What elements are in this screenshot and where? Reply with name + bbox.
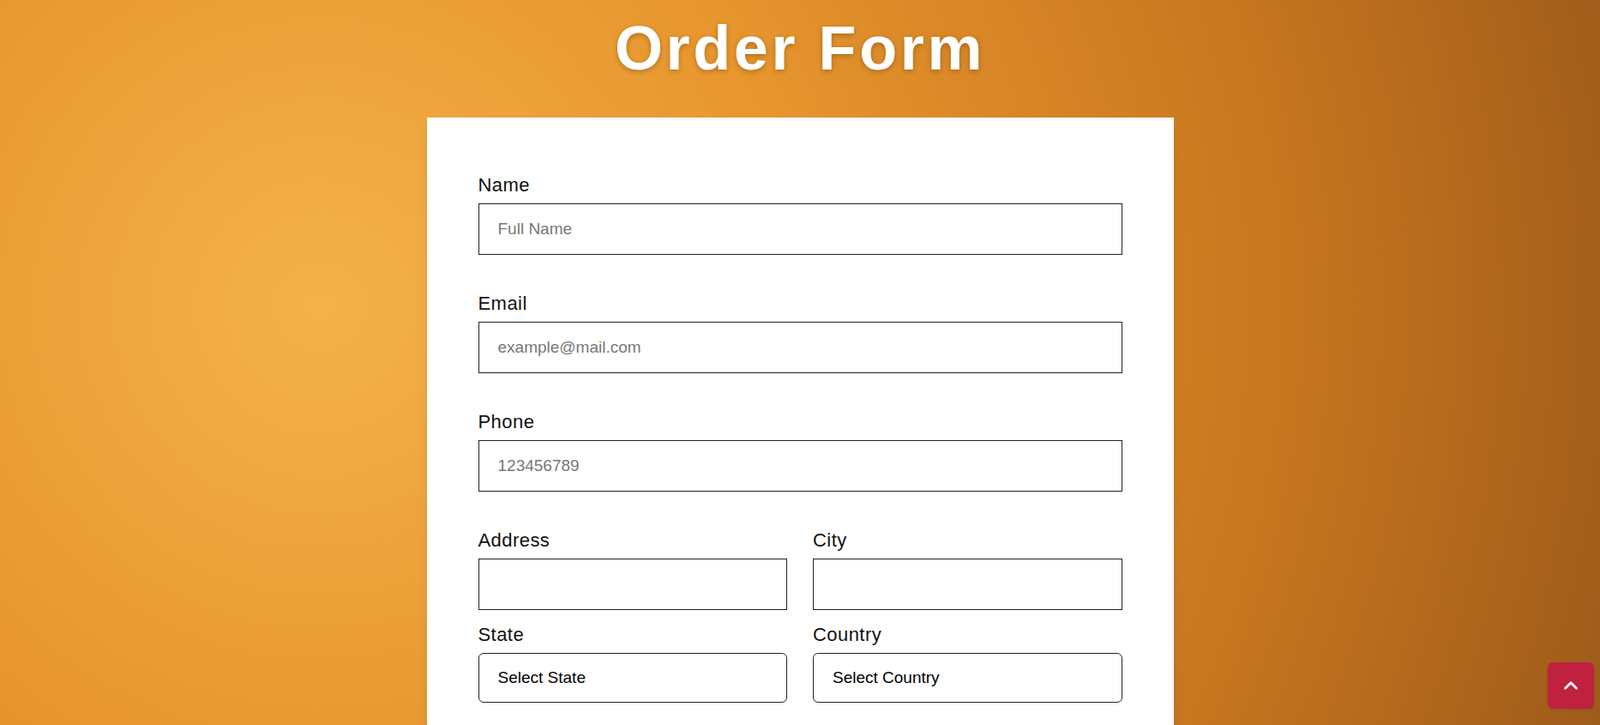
form-field: Email [478,290,1123,373]
field-label: Email [478,290,1123,317]
text-input[interactable] [478,321,1123,373]
text-input[interactable] [478,203,1123,255]
page: Order Form Name Email Phone Address City State… [0,0,1600,725]
field-label: State [478,621,788,648]
form-field: Country Select Country [812,621,1123,703]
field-label: City [812,527,1123,554]
chevron-up-icon [1559,673,1582,697]
form-row: Phone [478,409,1123,492]
form-field: City [812,527,1123,610]
field-label: Address [478,527,788,554]
text-input[interactable] [478,439,1123,492]
header: Order Form [0,0,1600,85]
scroll-top-button[interactable] [1547,661,1594,709]
field-label: Phone [478,409,1123,435]
field-label: Country [812,621,1123,648]
text-input[interactable] [478,558,788,610]
form-field: Address [478,527,788,610]
form-row: Address City [478,527,1123,610]
page-title: Order Form [614,12,986,85]
form-row: State Select State Country Select Country [478,621,1123,703]
select-field[interactable]: Select State [478,652,788,703]
form-field: State Select State [478,621,788,703]
form-field: Name [478,172,1123,255]
text-input[interactable] [812,558,1123,610]
form-field: Phone [478,409,1123,492]
form-row: Name [478,172,1123,255]
select-field[interactable]: Select Country [812,652,1123,703]
order-form-card: Name Email Phone Address City State Select Sta… [427,117,1174,725]
field-label: Name [478,172,1123,199]
form-row: Email [478,290,1123,373]
